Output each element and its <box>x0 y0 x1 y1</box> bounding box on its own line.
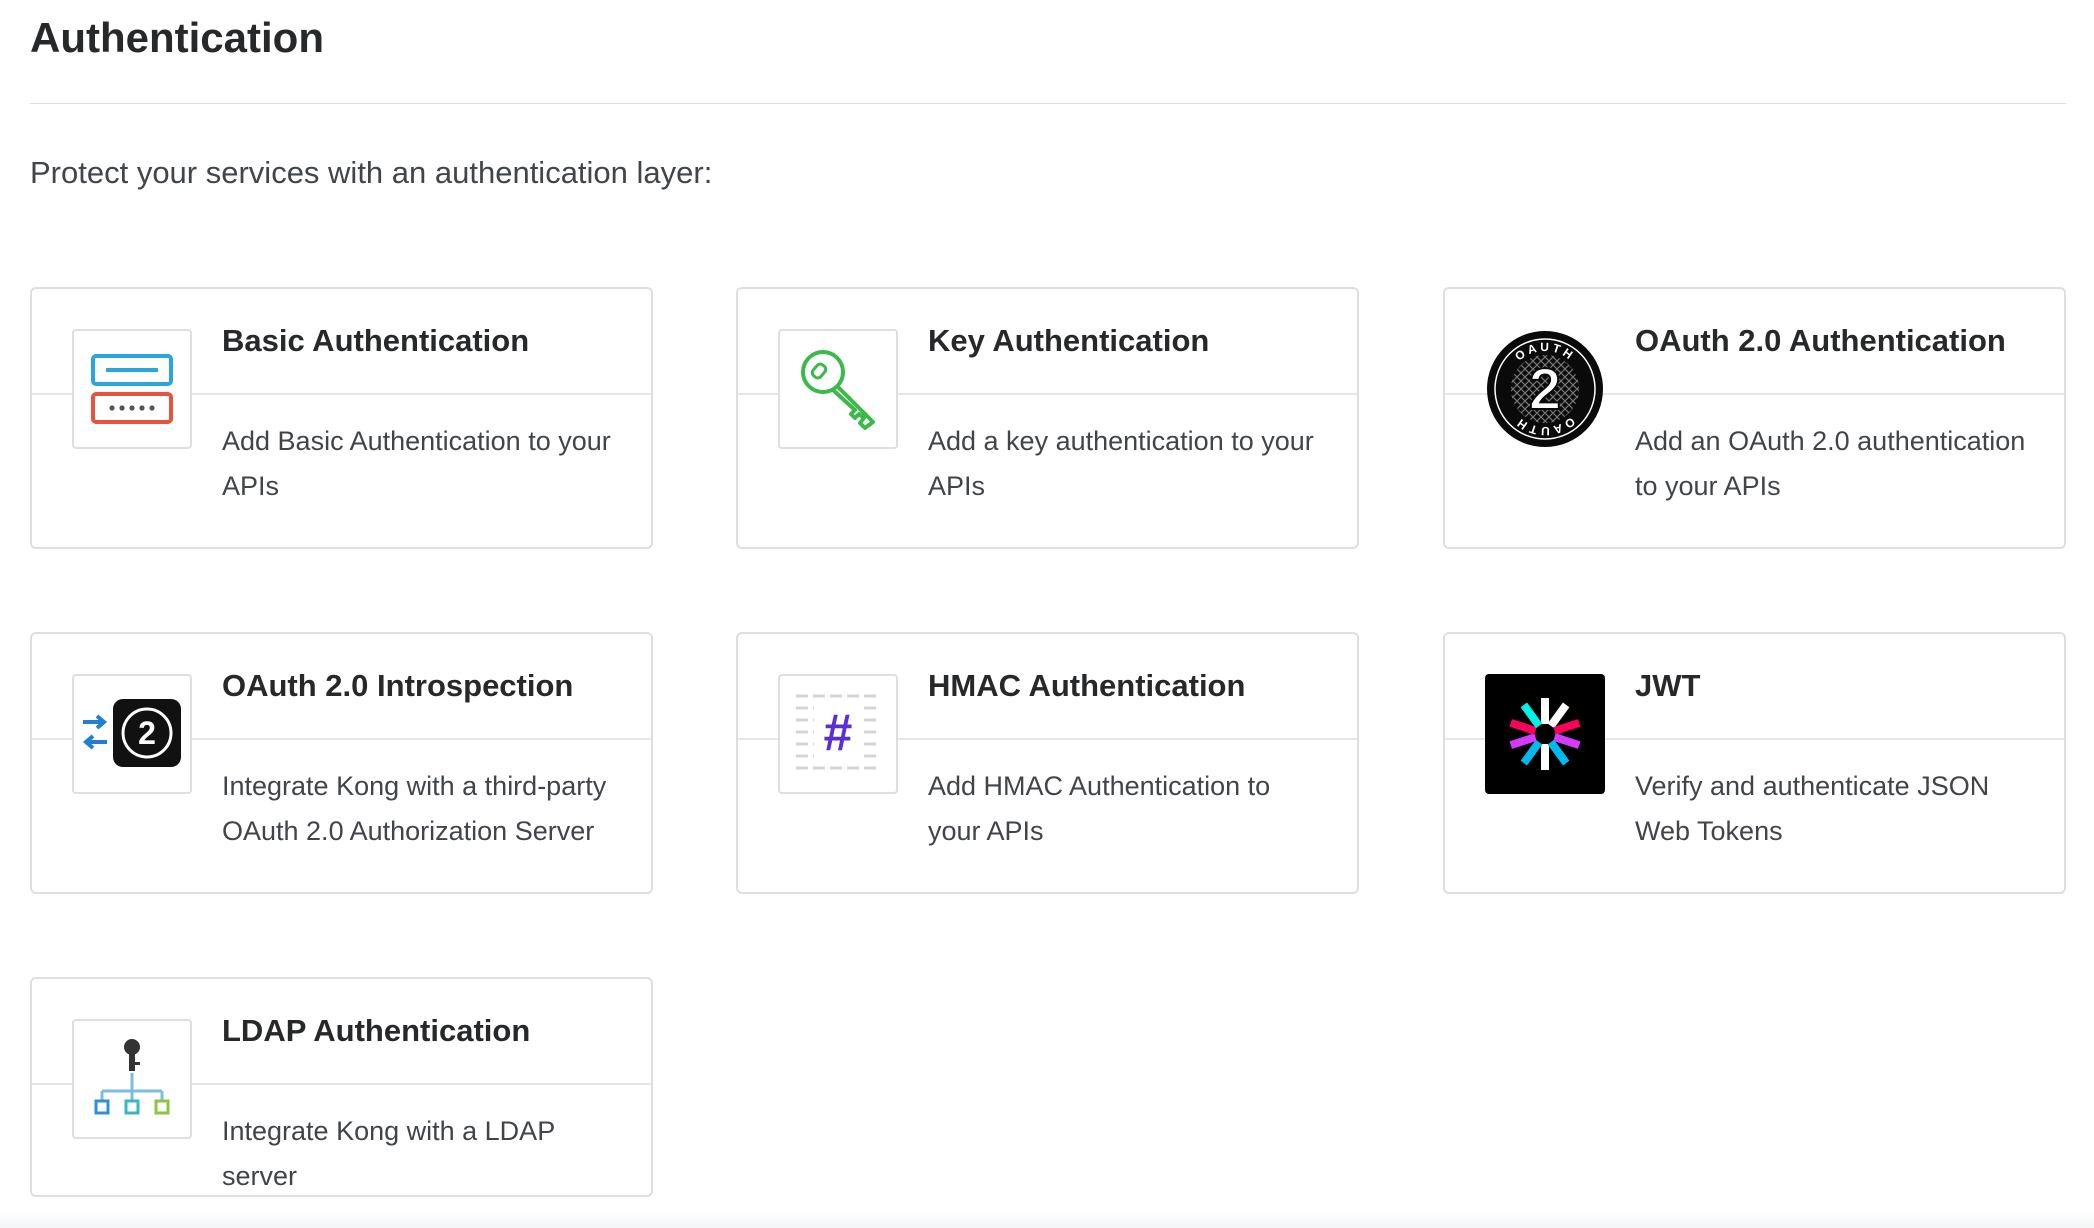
key-icon <box>778 329 898 449</box>
plugin-title: Basic Authentication <box>222 323 530 358</box>
plugin-card-oauth2[interactable]: OAUTH OAUTH 2 OAuth 2.0 Authentication A… <box>1443 287 2066 549</box>
plugin-description: Add an OAuth 2.0 authentication to your … <box>1635 426 2026 501</box>
plugin-title: HMAC Authentication <box>928 668 1246 703</box>
basic-auth-icon <box>72 329 192 449</box>
oauth2-logo-icon: OAUTH OAUTH 2 <box>1485 329 1605 449</box>
plugin-description: Verify and authenticate JSON Web Tokens <box>1635 771 1990 846</box>
plugin-description: Add HMAC Authentication to your APIs <box>928 771 1271 846</box>
plugin-title: JWT <box>1635 668 1701 703</box>
plugin-description: Add Basic Authentication to your APIs <box>222 426 611 501</box>
header-divider <box>30 103 2066 104</box>
svg-text:2: 2 <box>138 715 156 751</box>
svg-text:#: # <box>824 704 853 762</box>
plugin-title: OAuth 2.0 Authentication <box>1635 323 2006 358</box>
plugin-description: Add a key authentication to your APIs <box>928 426 1314 501</box>
page-bottom-shade <box>0 1212 2094 1228</box>
plugin-title: Key Authentication <box>928 323 1210 358</box>
plugin-card-oauth2-introspection[interactable]: 2 OAuth 2.0 Introspection Integrate Kong… <box>30 632 653 894</box>
plugin-title: LDAP Authentication <box>222 1013 531 1048</box>
plugin-description: Integrate Kong with a third-party OAuth … <box>222 771 607 846</box>
plugin-description: Integrate Kong with a LDAP server <box>222 1116 555 1191</box>
hmac-hash-icon: # <box>778 674 898 794</box>
intro-text: Protect your services with an authentica… <box>30 155 713 190</box>
plugin-title: OAuth 2.0 Introspection <box>222 668 574 703</box>
plugin-card-basic-auth[interactable]: Basic Authentication Add Basic Authentic… <box>30 287 653 549</box>
jwt-logo-icon <box>1485 674 1605 794</box>
plugin-card-hmac[interactable]: # HMAC Authentication Add HMAC Authentic… <box>736 632 1359 894</box>
plugin-card-jwt[interactable]: JWT Verify and authenticate JSON Web Tok… <box>1443 632 2066 894</box>
ldap-tree-icon <box>72 1019 192 1139</box>
plugin-card-ldap[interactable]: LDAP Authentication Integrate Kong with … <box>30 977 653 1197</box>
page-title: Authentication <box>30 14 324 61</box>
svg-text:2: 2 <box>1529 357 1561 422</box>
oauth2-introspection-icon: 2 <box>72 674 192 794</box>
plugin-card-key-auth[interactable]: Key Authentication Add a key authenticat… <box>736 287 1359 549</box>
